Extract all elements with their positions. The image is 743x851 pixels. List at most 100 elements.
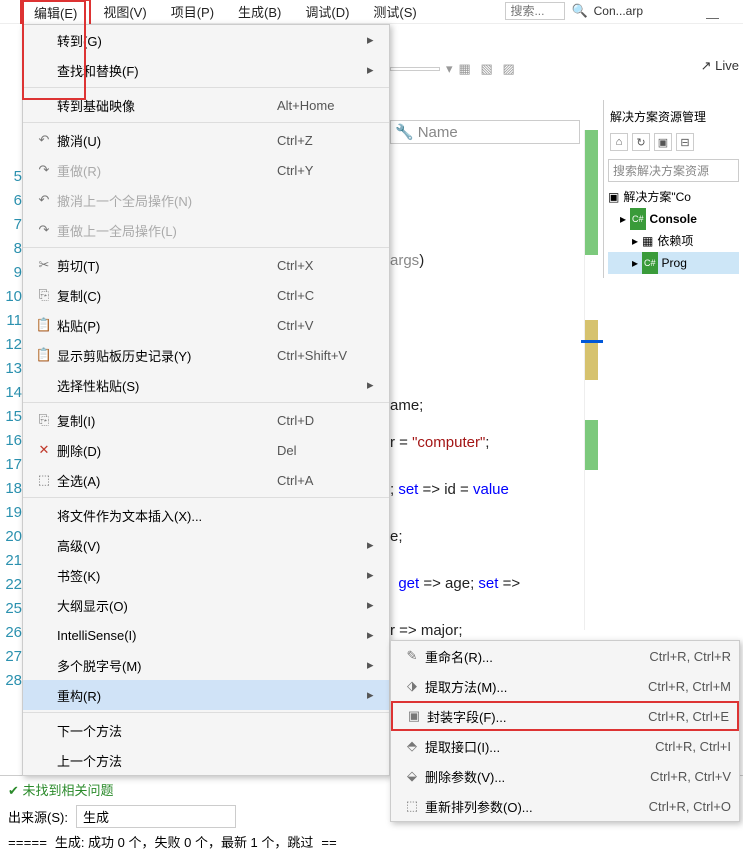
menu-item[interactable]: ✂剪切(T)Ctrl+X	[23, 250, 389, 280]
menu-item[interactable]: 重构(R) ▸	[23, 680, 389, 710]
menu-item-label: 转到基础映像	[57, 96, 277, 115]
search-input[interactable]	[505, 2, 565, 20]
refactor-item[interactable]: ⬚重新排列参数(O)...Ctrl+R, Ctrl+O	[391, 791, 739, 821]
menu-edit[interactable]: 编辑(E)	[20, 0, 91, 24]
menu-item-shortcut: Del	[277, 443, 367, 458]
solution-explorer: 解决方案资源管理 ⌂ ↻ ▣ ⊟ 搜索解决方案资源 ▣解决方案"Co ▸ C# …	[603, 100, 743, 278]
toolbar-icon-2[interactable]: ▧	[481, 61, 497, 77]
menu-item[interactable]: 转到基础映像Alt+Home	[23, 90, 389, 120]
refactor-item-icon: ⬙	[399, 768, 425, 784]
submenu-arrow-icon: ▸	[367, 597, 381, 613]
menu-item-label: 上一个方法	[57, 751, 277, 770]
csharp-icon: C#	[642, 252, 658, 274]
menu-item[interactable]: 选择性粘贴(S)▸	[23, 370, 389, 400]
minimize-icon[interactable]: —	[706, 10, 719, 25]
refactor-item[interactable]: ▣封装字段(F)...Ctrl+R, Ctrl+E	[391, 701, 739, 731]
refactor-item-shortcut: Ctrl+R, Ctrl+R	[649, 649, 731, 664]
menu-item[interactable]: 书签(K) ▸	[23, 560, 389, 590]
refactor-item[interactable]: ⬙删除参数(V)...Ctrl+R, Ctrl+V	[391, 761, 739, 791]
menu-item-label: 重构(R)	[57, 686, 277, 705]
menu-item[interactable]: IntelliSense(I)▸	[23, 620, 389, 650]
menu-item-label: 全选(A)	[57, 471, 277, 490]
menu-item[interactable]: ✕删除(D)Del	[23, 435, 389, 465]
line-number: 5	[0, 165, 22, 189]
menu-item-label: 删除(D)	[57, 441, 277, 460]
menu-item[interactable]: 高级(V)▸	[23, 530, 389, 560]
line-number: 8	[0, 237, 22, 261]
submenu-arrow-icon: ▸	[367, 627, 381, 643]
menu-item-shortcut: Alt+Home	[277, 98, 367, 113]
program-file-node[interactable]: ▸ C# Prog	[608, 252, 739, 274]
submenu-arrow-icon: ▸	[367, 687, 381, 703]
edit-menu-dropdown: 转到(G)▸查找和替换(F)▸转到基础映像Alt+Home↶撤消(U)Ctrl+…	[22, 24, 390, 776]
menu-item-shortcut: Ctrl+Y	[277, 163, 367, 178]
refresh-icon[interactable]: ↻	[632, 133, 650, 151]
toolbar-icon-3[interactable]: ▨	[503, 61, 519, 77]
config-select[interactable]	[390, 67, 440, 71]
refactor-item-icon: ⬘	[399, 738, 425, 754]
line-number: 6	[0, 189, 22, 213]
refactor-submenu: ✎重命名(R)...Ctrl+R, Ctrl+R⬗提取方法(M)...Ctrl+…	[390, 640, 740, 822]
menu-item-label: 书签(K)	[57, 566, 277, 585]
line-number: 11	[0, 309, 22, 333]
chevron-down-icon[interactable]: ▾	[446, 61, 453, 77]
home-icon[interactable]: ⌂	[610, 133, 628, 151]
menu-item-shortcut: Ctrl+Z	[277, 133, 367, 148]
menu-item-label: 显示剪贴板历史记录(Y)	[57, 346, 277, 365]
submenu-arrow-icon: ▸	[367, 567, 381, 583]
menu-item[interactable]: 多个脱字号(M)▸	[23, 650, 389, 680]
menu-item[interactable]: ⎘复制(I)Ctrl+D	[23, 405, 389, 435]
menu-view[interactable]: 视图(V)	[91, 0, 158, 23]
menu-item-label: 复制(C)	[57, 286, 277, 305]
refactor-item-label: 重命名(R)...	[425, 647, 649, 666]
refactor-item[interactable]: ⬘提取接口(I)...Ctrl+R, Ctrl+I	[391, 731, 739, 761]
solution-search-input[interactable]: 搜索解决方案资源	[608, 159, 739, 182]
menu-project[interactable]: 项目(P)	[159, 0, 226, 23]
menu-item[interactable]: ↶撤消(U)Ctrl+Z	[23, 125, 389, 155]
dependencies-node[interactable]: ▸ ▦ 依赖项	[608, 230, 739, 252]
submenu-arrow-icon: ▸	[367, 537, 381, 553]
solution-node[interactable]: ▣解决方案"Co	[608, 186, 739, 208]
line-number: 18	[0, 477, 22, 501]
submenu-arrow-icon: ▸	[367, 657, 381, 673]
solution-explorer-title: 解决方案资源管理	[608, 104, 739, 129]
menu-item[interactable]: 转到(G)▸	[23, 25, 389, 55]
code-editor[interactable]: 🔧 Name args) ame; r = "computer"; ; set …	[390, 120, 598, 639]
menu-item[interactable]: 📋显示剪贴板历史记录(Y)Ctrl+Shift+V	[23, 340, 389, 370]
menu-item[interactable]: 下一个方法	[23, 715, 389, 745]
menu-item-label: 剪切(T)	[57, 256, 277, 275]
toolbox-icon[interactable]: ▣	[654, 133, 672, 151]
menu-item-icon: ↶	[31, 132, 57, 148]
refactor-item-shortcut: Ctrl+R, Ctrl+I	[655, 739, 731, 754]
refactor-item-label: 提取方法(M)...	[425, 677, 648, 696]
menu-item-label: 查找和替换(F)	[57, 61, 277, 80]
line-number: 19	[0, 501, 22, 525]
secondary-toolbar: ▾ ▦ ▧ ▨	[390, 55, 743, 83]
refactor-item-label: 封装字段(F)...	[427, 707, 648, 726]
collapse-icon[interactable]: ⊟	[676, 133, 694, 151]
toolbar-icon-1[interactable]: ▦	[459, 61, 475, 77]
submenu-arrow-icon: ▸	[367, 377, 381, 393]
menu-item[interactable]: ⬚全选(A)Ctrl+A	[23, 465, 389, 495]
line-number: 22	[0, 573, 22, 597]
refactor-item[interactable]: ⬗提取方法(M)...Ctrl+R, Ctrl+M	[391, 671, 739, 701]
refactor-item-label: 提取接口(I)...	[425, 737, 655, 756]
menu-item[interactable]: 📋粘贴(P)Ctrl+V	[23, 310, 389, 340]
member-dropdown[interactable]: 🔧 Name	[390, 120, 580, 144]
menu-build[interactable]: 生成(B)	[226, 0, 293, 23]
menu-item[interactable]: 大纲显示(O)▸	[23, 590, 389, 620]
search-icon[interactable]: 🔍	[571, 3, 587, 19]
menu-item[interactable]: 将文件作为文本插入(X)...	[23, 500, 389, 530]
output-source-select[interactable]: 生成	[76, 805, 236, 828]
submenu-arrow-icon: ▸	[367, 32, 381, 48]
menu-debug[interactable]: 调试(D)	[293, 0, 361, 23]
menu-item[interactable]: 上一个方法	[23, 745, 389, 775]
menu-item[interactable]: 查找和替换(F)▸	[23, 55, 389, 85]
menu-test[interactable]: 测试(S)	[361, 0, 428, 23]
project-node[interactable]: ▸ C# Console	[608, 208, 739, 230]
refactor-item[interactable]: ✎重命名(R)...Ctrl+R, Ctrl+R	[391, 641, 739, 671]
scrollbar-minimap[interactable]	[584, 130, 598, 630]
menu-item[interactable]: ⎘复制(C)Ctrl+C	[23, 280, 389, 310]
live-share-button[interactable]: ↗ Live	[701, 58, 739, 74]
active-tab[interactable]: Con...arp	[594, 4, 643, 18]
